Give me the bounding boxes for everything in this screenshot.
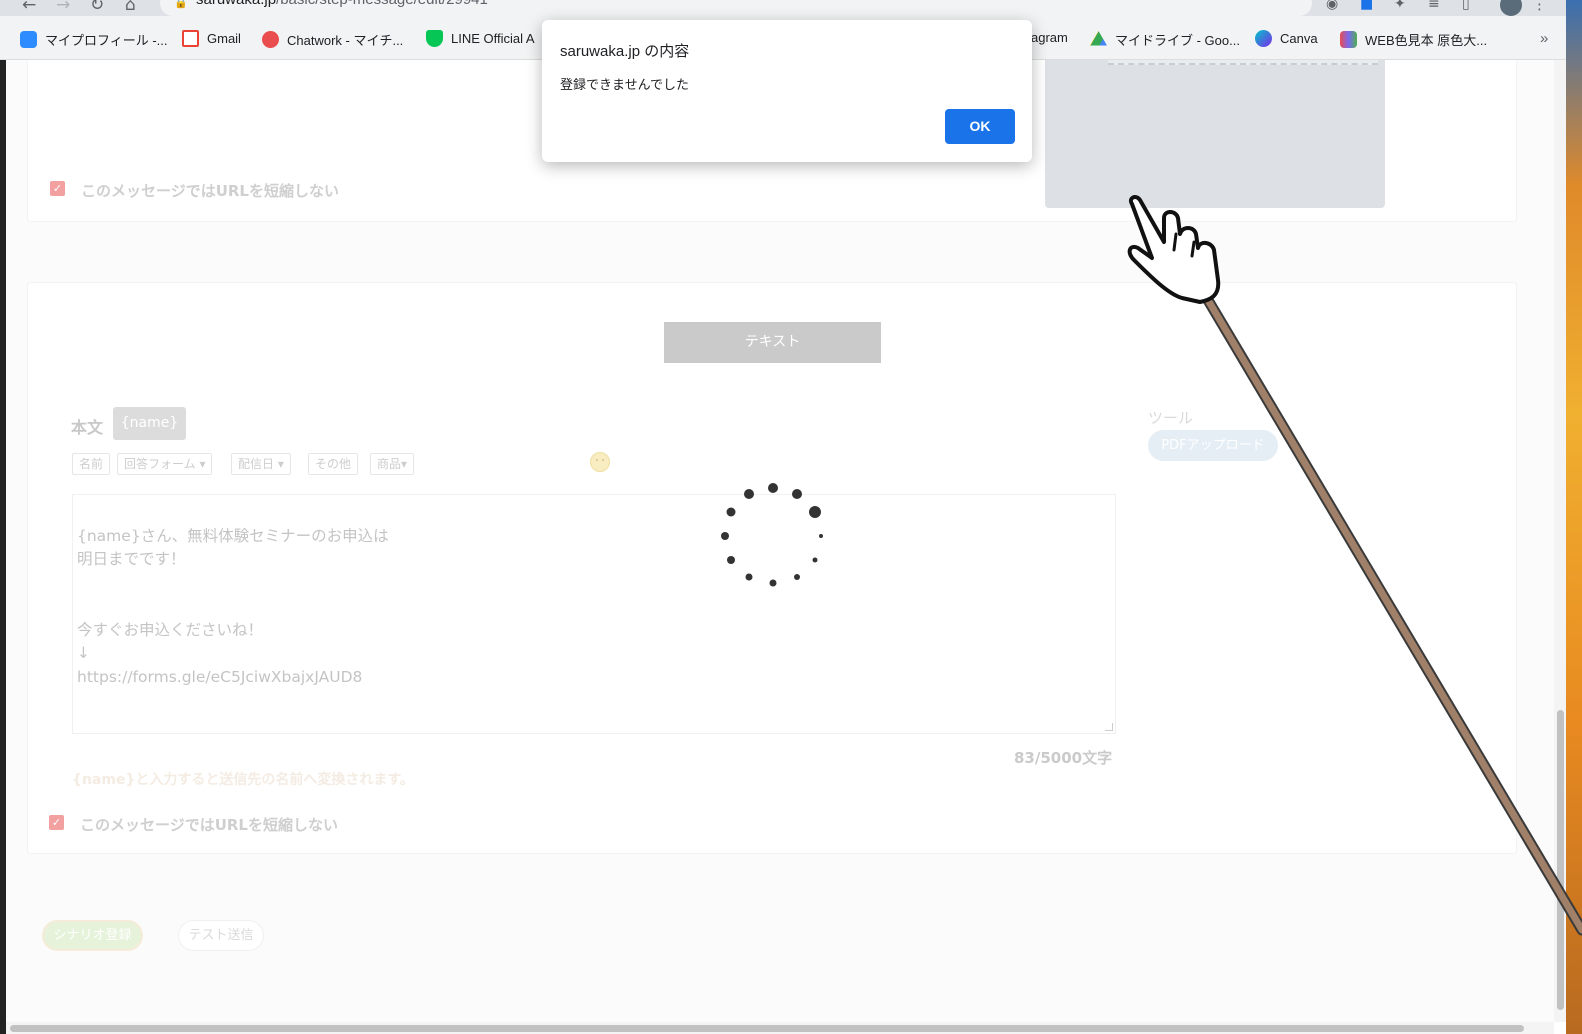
bookmark-label: Chatwork - マイチ... (287, 33, 404, 48)
vertical-scrollbar[interactable] (1554, 60, 1566, 1022)
lock-icon: 🔒 (174, 0, 188, 9)
bookmark-label: LINE Official A (451, 31, 535, 46)
preview-panel (1045, 60, 1385, 208)
tools-label: ツール (1148, 409, 1194, 427)
bookmark-label: Gmail (207, 31, 241, 46)
reload-icon[interactable]: ↻ (90, 0, 104, 15)
test-send-button[interactable]: テスト送信 (178, 920, 264, 951)
bookmark-instagram[interactable]: agram (1031, 30, 1068, 45)
line-icon (426, 30, 443, 47)
home-icon[interactable]: ⌂ (125, 0, 136, 15)
puzzle-extensions-icon[interactable]: ✦ (1394, 0, 1406, 12)
emoji-picker-icon[interactable] (590, 452, 610, 472)
checkbox-label: このメッセージではURLを短縮しない (81, 182, 339, 200)
char-counter: 83/5000文字 (1014, 749, 1113, 767)
desktop-wallpaper-edge (1566, 0, 1582, 1034)
gmail-icon (182, 30, 199, 47)
chatwork-icon (262, 31, 279, 48)
desktop-edge-left (0, 60, 6, 1034)
zoom-icon (20, 31, 37, 48)
checkbox-no-shorten-bottom[interactable]: ✓ (49, 815, 64, 830)
more-bookmarks-icon[interactable]: » (1540, 30, 1548, 47)
register-scenario-button[interactable]: シナリオ登録 (42, 920, 143, 951)
address-bar[interactable]: 🔒 saruwaka.jp/basic/step-message/edit/29… (160, 0, 1312, 16)
bookmark-label: Canva (1280, 31, 1318, 46)
google-drive-icon (1090, 31, 1107, 46)
url-text: saruwaka.jp/basic/step-message/edit/2994… (196, 0, 488, 8)
share-icon[interactable]: ⇪ (1238, 0, 1250, 2)
toolbar-other-button[interactable]: その他 (308, 453, 359, 475)
bookmark-gmail[interactable]: Gmail (182, 30, 241, 47)
forward-icon[interactable]: → (56, 0, 70, 15)
bookmark-label: マイプロフィール -... (45, 33, 168, 48)
url-path: /basic/step-message/edit/29941 (276, 0, 488, 8)
alert-dialog: saruwaka.jp の内容 登録できませんでした OK (542, 20, 1032, 162)
bookmark-canva[interactable]: Canva (1255, 30, 1318, 47)
kebab-menu-icon[interactable]: ⋮ (1532, 0, 1547, 13)
bookmark-label: WEB色見本 原色大... (1365, 33, 1488, 48)
dialog-ok-button[interactable]: OK (945, 109, 1015, 144)
preview-input[interactable] (1108, 60, 1378, 65)
name-insert-chip[interactable]: {name} (113, 407, 186, 440)
toolbar-answer-form-dropdown[interactable]: 回答フォーム ▾ (117, 453, 213, 475)
extension-app-icon[interactable]: ■ (1360, 0, 1373, 12)
bookmark-label: agram (1031, 30, 1068, 45)
back-icon[interactable]: ← (22, 0, 36, 15)
color-swatch-icon (1340, 31, 1357, 48)
bookmark-web-color[interactable]: WEB色見本 原色大... (1340, 30, 1487, 49)
bookmark-line[interactable]: LINE Official A (426, 30, 535, 47)
resize-handle[interactable] (1105, 723, 1113, 731)
message-body-textarea[interactable]: {name}さん、無料体験セミナーのお申込は 明日までです！ 今すぐお申込くださ… (72, 494, 1116, 734)
toolbar-delivery-date-dropdown[interactable]: 配信日 ▾ (231, 453, 291, 475)
loading-spinner-icon (721, 483, 823, 587)
horizontal-scrollbar[interactable] (6, 1022, 1554, 1034)
dialog-message: 登録できませんでした (560, 78, 689, 93)
canva-icon (1255, 30, 1272, 47)
profile-avatar[interactable] (1500, 0, 1522, 16)
blocked-camera-icon[interactable]: ● (1206, 0, 1218, 2)
checkbox-no-shorten-top[interactable]: ✓ (50, 181, 65, 196)
vertical-scroll-thumb[interactable] (1557, 710, 1564, 1010)
horizontal-scroll-thumb[interactable] (10, 1025, 1524, 1032)
media-queue-icon[interactable]: ≡ (1428, 0, 1440, 12)
screenshot-icon[interactable]: ◉ (1326, 0, 1338, 12)
dialog-title: saruwaka.jp の内容 (560, 43, 690, 60)
message-body-text: {name}さん、無料体験セミナーのお申込は 明日までです！ 今すぐお申込くださ… (77, 526, 389, 686)
url-host: saruwaka.jp (196, 0, 276, 8)
name-hint-text: {name}と入力すると送信先の名前へ変換されます。 (72, 772, 415, 788)
browser-toolbar: ← → ↻ ⌂ 🔒 saruwaka.jp/basic/step-message… (0, 0, 1582, 16)
pdf-upload-button[interactable]: PDFアップロード (1148, 430, 1278, 461)
message-type-button[interactable]: テキスト (664, 322, 881, 363)
bookmark-google-drive[interactable]: マイドライブ - Goo... (1090, 30, 1240, 49)
page-content: ✓ このメッセージではURLを短縮しない テキスト 本文 {name} 名前 回… (6, 60, 1554, 1022)
toolbar-name-button[interactable]: 名前 (72, 453, 111, 475)
body-label: 本文 (71, 418, 104, 437)
checkbox-label: このメッセージではURLを短縮しない (80, 816, 338, 834)
bookmark-chatwork[interactable]: Chatwork - マイチ... (262, 30, 403, 49)
side-panel-icon[interactable]: ▯ (1462, 0, 1470, 12)
bookmark-label: マイドライブ - Goo... (1115, 33, 1240, 48)
bookmark-star-icon[interactable]: ☆ (1272, 0, 1285, 2)
toolbar-product-dropdown[interactable]: 商品▾ (370, 453, 415, 475)
bookmark-zoom[interactable]: マイプロフィール -... (20, 30, 168, 49)
